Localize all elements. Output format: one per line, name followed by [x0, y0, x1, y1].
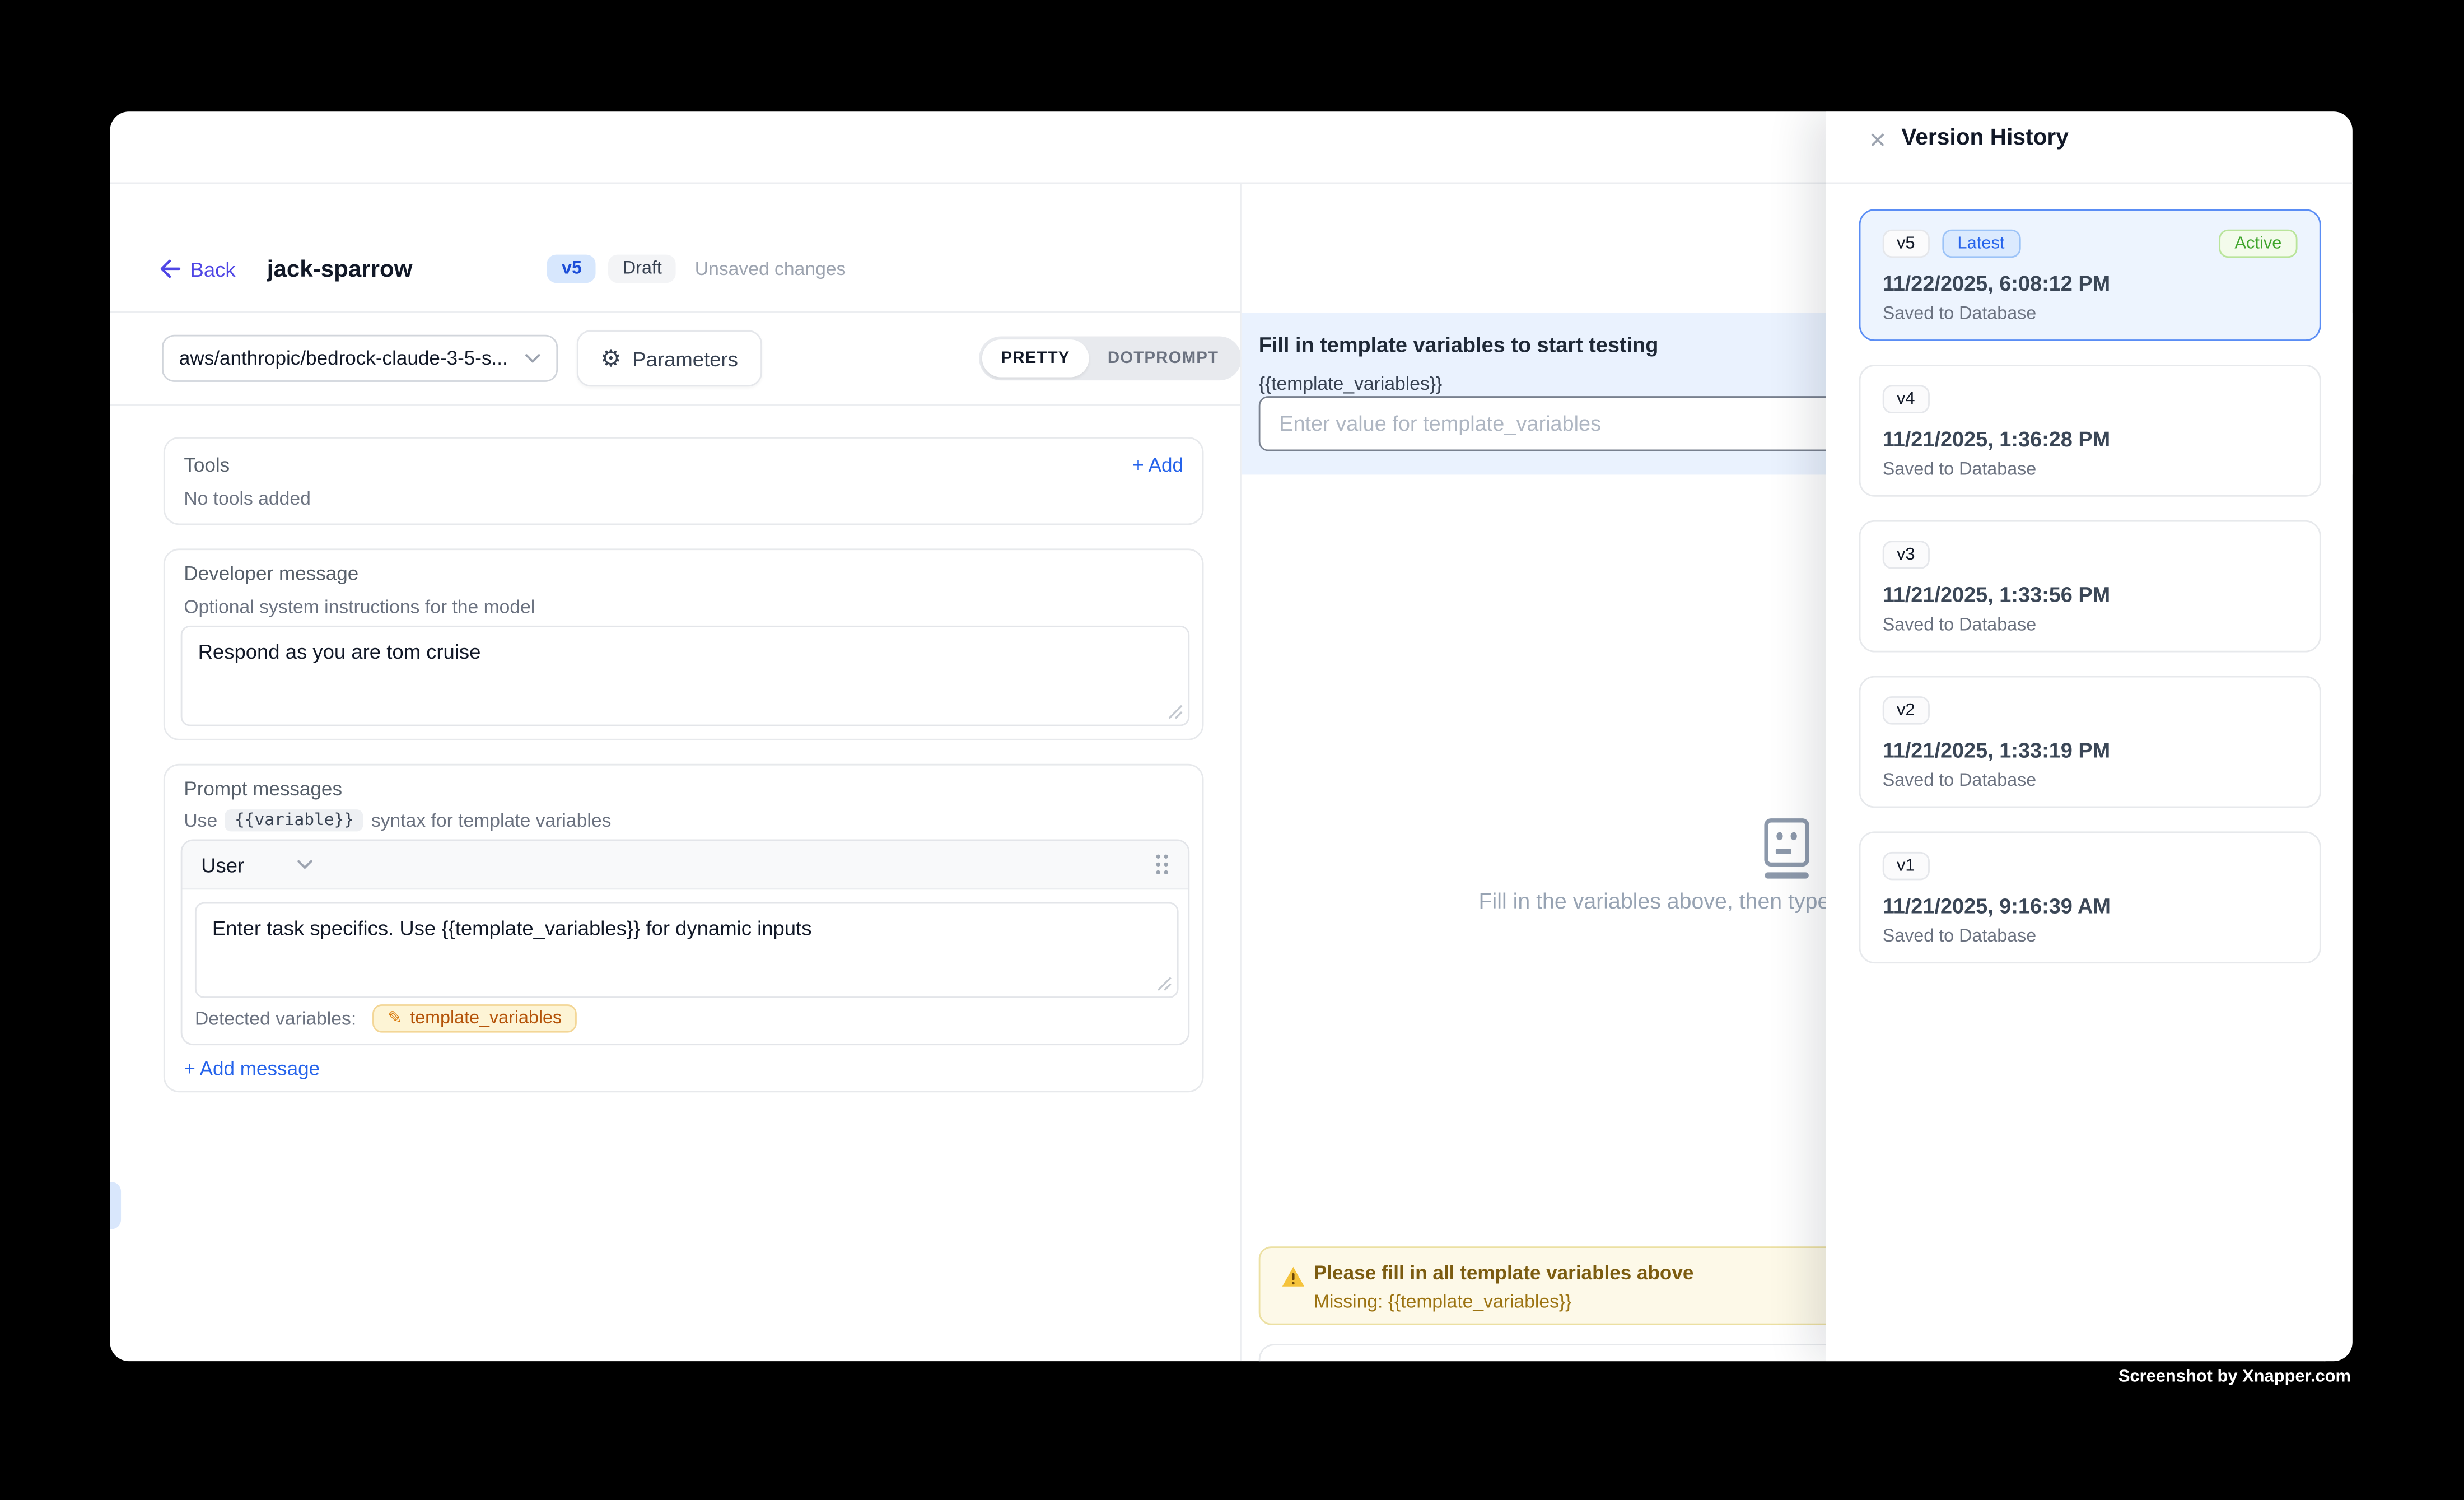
- tools-title: Tools: [184, 454, 230, 476]
- version-card-v4[interactable]: v4 11/21/2025, 1:36:28 PM Saved to Datab…: [1859, 365, 2321, 497]
- add-tool-label: + Add: [1132, 454, 1183, 476]
- version-timestamp: 11/21/2025, 1:36:28 PM: [1883, 427, 2110, 451]
- template-variable-chip[interactable]: ✎ template_variables: [372, 1004, 577, 1033]
- tools-empty-text: No tools added: [184, 487, 311, 509]
- version-timestamp: 11/22/2025, 6:08:12 PM: [1883, 272, 2110, 295]
- version-card-v2[interactable]: v2 11/21/2025, 1:33:19 PM Saved to Datab…: [1859, 676, 2321, 808]
- drawer-divider: [1826, 183, 2353, 184]
- chevron-down-icon: [525, 353, 540, 363]
- variable-syntax-chip: {{variable}}: [225, 809, 363, 831]
- detected-variables-label: Detected variables:: [195, 1008, 356, 1029]
- version-label: v2: [1883, 696, 1929, 725]
- version-label: v3: [1883, 541, 1929, 569]
- role-select[interactable]: User: [201, 853, 244, 876]
- page-title: jack-sparrow: [267, 255, 413, 282]
- developer-message-value: Respond as you are tom cruise: [198, 640, 481, 663]
- version-saved-status: Saved to Database: [1883, 928, 2037, 947]
- user-message-textarea[interactable]: Enter task specifics. Use {{template_var…: [195, 902, 1179, 998]
- parameters-label: Parameters: [632, 347, 738, 370]
- version-badge: v5: [548, 255, 596, 283]
- app-window: Back jack-sparrow v5 Draft Unsaved chang…: [110, 111, 2352, 1361]
- resize-grip-icon[interactable]: [1168, 704, 1183, 720]
- version-timestamp: 11/21/2025, 1:33:19 PM: [1883, 739, 2110, 762]
- version-card-v5[interactable]: v5 Latest Active 11/22/2025, 6:08:12 PM …: [1859, 209, 2321, 341]
- editor-header: Back jack-sparrow v5 Draft Unsaved chang…: [158, 240, 846, 297]
- toolbar-divider: [110, 404, 1240, 406]
- detected-variables-row: Detected variables: ✎ template_variables: [195, 1004, 577, 1033]
- prompt-messages-title: Prompt messages: [184, 778, 342, 800]
- version-label: v4: [1883, 385, 1929, 413]
- message-header: User: [183, 841, 1188, 889]
- template-variable-name: template_variables: [410, 1009, 562, 1028]
- pencil-icon: ✎: [388, 1010, 402, 1027]
- message-block: User Enter task specifics. Use {{templat…: [181, 839, 1190, 1045]
- chevron-down-icon: [298, 860, 314, 869]
- prompt-messages-hint: Use {{variable}} syntax for template var…: [184, 809, 611, 831]
- back-button[interactable]: Back: [158, 257, 235, 281]
- version-timestamp: 11/21/2025, 9:16:39 AM: [1883, 895, 2111, 918]
- empty-state-text: Fill in the variables above, then type: [1479, 888, 1830, 913]
- tools-card: Tools + Add No tools added: [164, 437, 1204, 525]
- add-tool-button[interactable]: + Add: [1132, 454, 1183, 476]
- developer-message-subtitle: Optional system instructions for the mod…: [184, 596, 535, 618]
- screenshot-stage: Back jack-sparrow v5 Draft Unsaved chang…: [0, 0, 2464, 1500]
- resize-grip-icon[interactable]: [1156, 976, 1172, 992]
- version-card-v1[interactable]: v1 11/21/2025, 9:16:39 AM Saved to Datab…: [1859, 831, 2321, 963]
- drag-handle-icon[interactable]: [1155, 854, 1169, 875]
- header-divider: [110, 311, 1240, 313]
- robot-face-icon: [1760, 817, 1813, 880]
- active-badge: Active: [2219, 230, 2297, 258]
- view-mode-toggle: PRETTY DOTPROMPT: [979, 337, 1240, 381]
- user-message-value: Enter task specifics. Use {{template_var…: [212, 916, 812, 940]
- version-saved-status: Saved to Database: [1883, 305, 2037, 324]
- warning-icon: [1281, 1265, 1306, 1289]
- warning-detail: Missing: {{template_variables}}: [1314, 1291, 1572, 1312]
- latest-badge: Latest: [1942, 230, 2020, 258]
- template-variable-label: {{template_variables}}: [1259, 372, 1443, 394]
- draft-badge: Draft: [609, 255, 676, 283]
- close-icon[interactable]: ✕: [1868, 127, 1887, 154]
- developer-message-card: Developer message Optional system instru…: [164, 548, 1204, 740]
- version-saved-status: Saved to Database: [1883, 460, 2037, 479]
- version-card-v3[interactable]: v3 11/21/2025, 1:33:56 PM Saved to Datab…: [1859, 520, 2321, 653]
- template-variables-title: Fill in template variables to start test…: [1259, 333, 1659, 357]
- version-history-drawer: ✕ Version History v5 Latest Active 11/22…: [1826, 111, 2353, 1361]
- left-edge-tab[interactable]: [110, 1182, 121, 1229]
- add-message-button[interactable]: + Add message: [184, 1058, 320, 1080]
- version-label: v5: [1883, 230, 1929, 258]
- warning-title: Please fill in all template variables ab…: [1314, 1262, 1693, 1284]
- toggle-dotprompt[interactable]: DOTPROMPT: [1089, 339, 1238, 377]
- version-saved-status: Saved to Database: [1883, 616, 2037, 635]
- toggle-pretty[interactable]: PRETTY: [982, 339, 1089, 377]
- version-history-title: Version History: [1901, 125, 2069, 151]
- version-label: v1: [1883, 852, 1929, 881]
- parameters-button[interactable]: ⚙ Parameters: [577, 330, 762, 386]
- model-select-value: aws/anthropic/bedrock-claude-3-5-s...: [179, 347, 508, 369]
- hint-prefix: Use: [184, 809, 217, 831]
- arrow-left-icon: [158, 259, 180, 278]
- version-timestamp: 11/21/2025, 1:33:56 PM: [1883, 583, 2110, 607]
- unsaved-changes-label: Unsaved changes: [695, 258, 846, 279]
- gear-icon: ⚙: [600, 347, 622, 370]
- model-select[interactable]: aws/anthropic/bedrock-claude-3-5-s...: [162, 335, 558, 382]
- version-saved-status: Saved to Database: [1883, 772, 2037, 791]
- developer-message-title: Developer message: [184, 563, 358, 585]
- hint-suffix: syntax for template variables: [371, 809, 612, 831]
- prompt-messages-card: Prompt messages Use {{variable}} syntax …: [164, 764, 1204, 1092]
- attribution-text: Screenshot by Xnapper.com: [2118, 1367, 2351, 1386]
- add-message-label: + Add message: [184, 1058, 320, 1080]
- developer-message-textarea[interactable]: Respond as you are tom cruise: [181, 626, 1190, 726]
- back-label: Back: [190, 257, 236, 281]
